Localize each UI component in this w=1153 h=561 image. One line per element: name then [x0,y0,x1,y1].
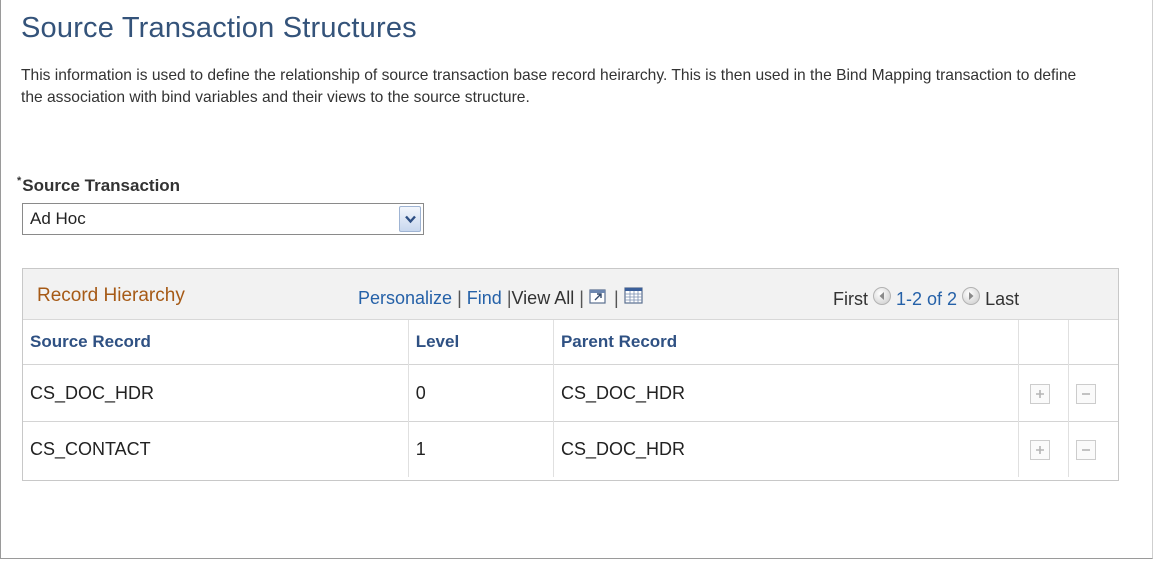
previous-arrow-icon[interactable] [873,287,892,305]
view-all-link[interactable]: View All [512,288,575,308]
source-transaction-select[interactable]: Ad Hoc [22,203,424,235]
level-cell: 1 [408,421,554,477]
add-row-button[interactable] [1029,383,1050,404]
personalize-link[interactable]: Personalize [358,288,452,308]
add-row-cell [1018,364,1069,422]
new-window-icon[interactable] [589,287,609,310]
source-transaction-label-text: Source Transaction [22,176,181,195]
column-header-delete [1068,320,1118,365]
grid-header: Record Hierarchy Personalize | Find |Vie… [23,269,1118,320]
column-header-parent-record[interactable]: Parent Record [553,320,1019,365]
grid-title: Record Hierarchy [37,285,185,306]
page-title: Source Transaction Structures [21,12,417,44]
find-link[interactable]: Find [467,288,502,308]
minus-icon [1081,392,1090,395]
grid-toolbar: Personalize | Find |View All | | [358,287,644,310]
add-row-button[interactable] [1029,440,1050,461]
source-record-cell: CS_CONTACT [23,421,409,477]
parent-record-cell: CS_DOC_HDR [553,364,1019,422]
chevron-down-icon [405,215,416,224]
plus-icon [1035,389,1044,398]
page-description: This information is used to define the r… [21,67,1077,106]
row-range: 1-2 of 2 [896,289,958,309]
column-header-level[interactable]: Level [408,320,554,365]
delete-row-cell [1068,421,1118,477]
dropdown-button[interactable] [399,206,421,232]
parent-record-cell: CS_DOC_HDR [553,421,1019,477]
delete-row-cell [1068,364,1118,422]
minus-icon [1081,449,1090,451]
column-header-add [1018,320,1069,365]
record-hierarchy-table: Source Record Level Parent Record CS_DOC… [23,320,1118,477]
delete-row-button[interactable] [1075,440,1096,461]
delete-row-button[interactable] [1075,383,1096,404]
source-transaction-label: *Source Transaction [17,175,180,196]
column-header-source-record[interactable]: Source Record [23,320,409,365]
source-transaction-value: Ad Hoc [30,209,86,228]
grid-pagination: First 1-2 of 2 Last [833,287,1019,310]
add-row-cell [1018,421,1069,477]
plus-icon [1035,446,1044,455]
table-row: CS_CONTACT 1 CS_DOC_HDR [23,421,1118,477]
table-row: CS_DOC_HDR 0 CS_DOC_HDR [23,364,1118,422]
first-link[interactable]: First [833,289,868,309]
level-cell: 0 [408,364,554,422]
toolbar-separator: | [457,288,462,308]
toolbar-separator: | [579,288,584,308]
last-link[interactable]: Last [985,289,1019,309]
source-record-cell: CS_DOC_HDR [23,364,409,422]
required-marker: * [17,175,22,187]
toolbar-separator: | [613,288,619,308]
spreadsheet-icon[interactable] [624,287,644,310]
record-hierarchy-grid: Record Hierarchy Personalize | Find |Vie… [22,268,1119,481]
next-arrow-icon[interactable] [962,287,981,305]
table-header-row: Source Record Level Parent Record [23,320,1118,365]
